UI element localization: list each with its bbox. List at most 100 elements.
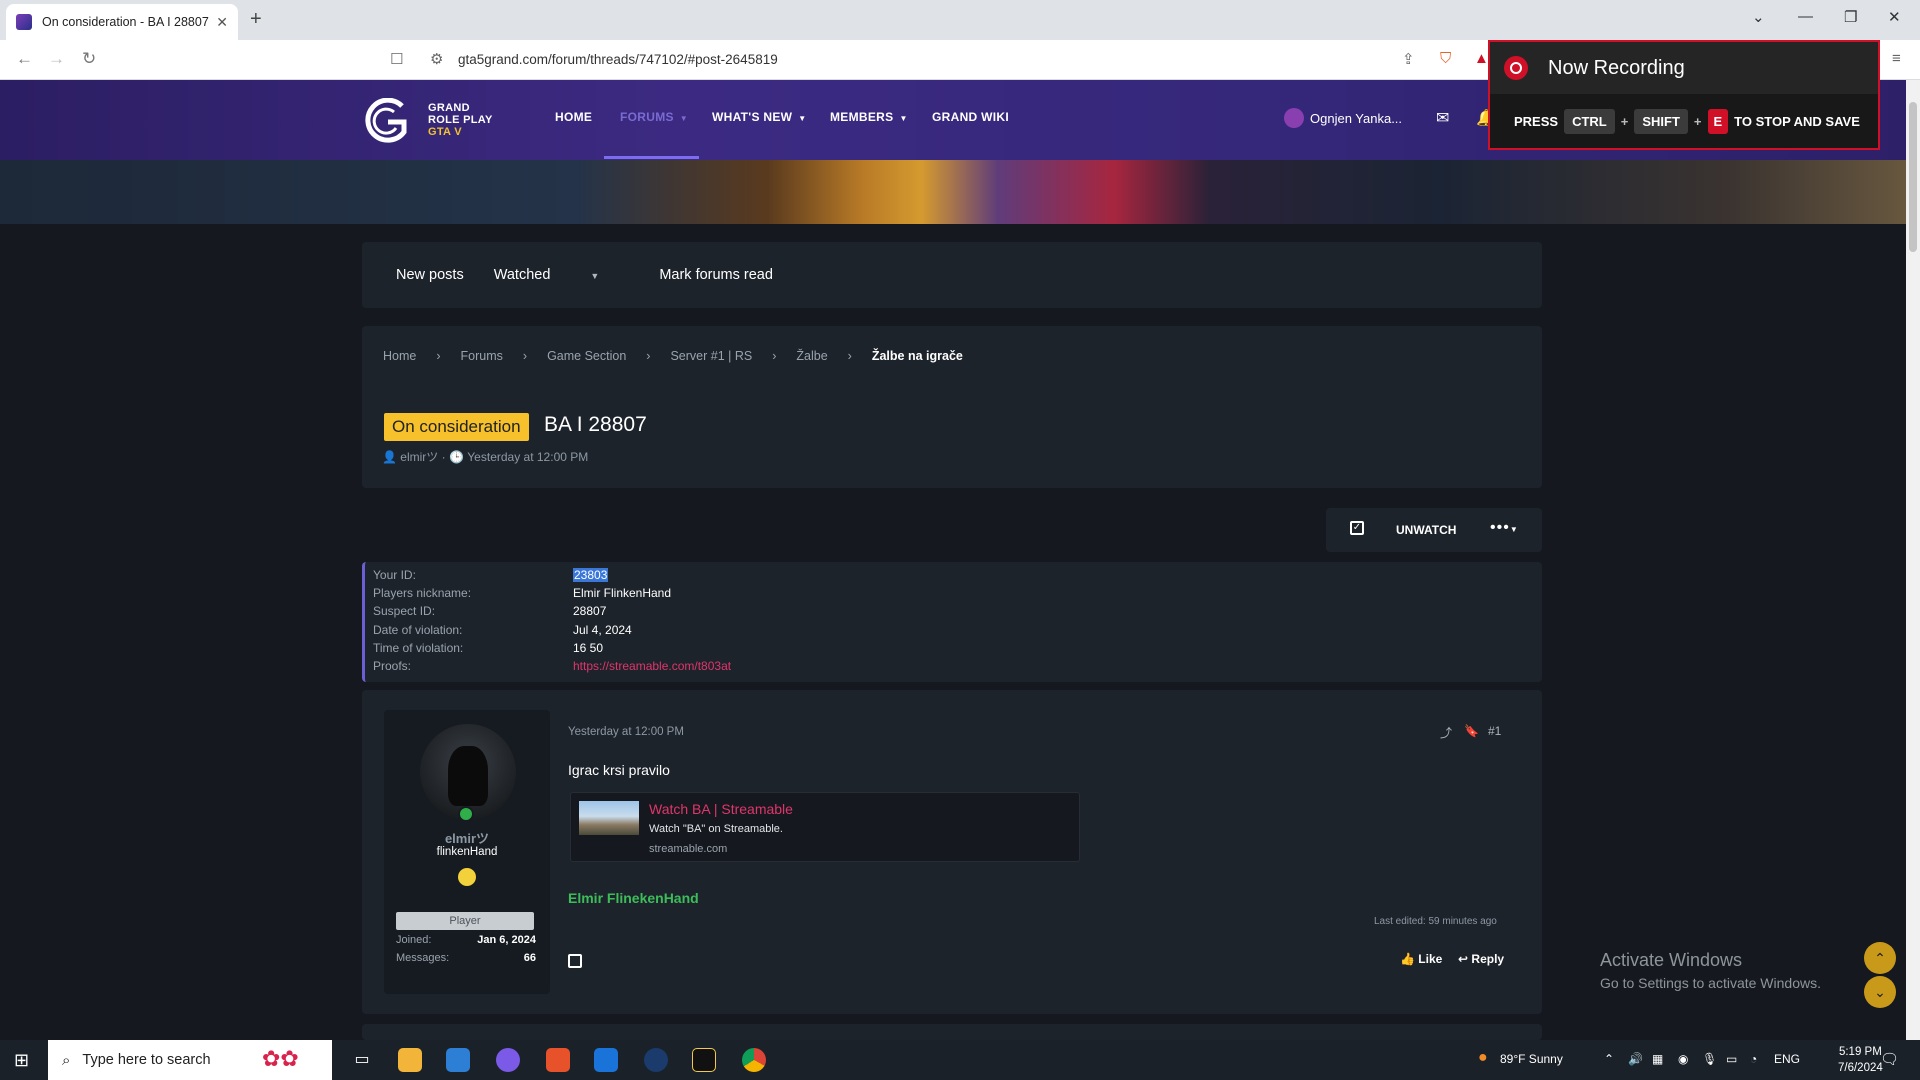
field-label: Suspect ID: [373,604,436,618]
rockstar-icon[interactable] [692,1048,716,1072]
streamable-embed[interactable]: Watch BA | Streamable Watch "BA" on Stre… [570,792,1080,862]
checkbox-icon[interactable]: ✓ [1350,521,1364,535]
bookmark-icon[interactable]: ☐ [390,50,403,68]
new-tab-icon[interactable]: + [250,8,262,31]
embed-title[interactable]: Watch BA | Streamable [649,801,793,817]
like-button[interactable]: 👍 Like [1400,952,1442,966]
last-edited[interactable]: Last edited: 59 minutes ago [1374,916,1497,927]
back-icon[interactable]: ← [16,49,33,69]
logo-text: GRAND ROLE PLAY GTA V [428,102,493,138]
windows-start-icon[interactable]: ⊞ [14,1050,29,1071]
select-post-checkbox[interactable] [568,954,582,968]
bookmark-icon[interactable]: 🔖 [1464,724,1479,738]
chevron-down-icon: ▼ [899,114,908,123]
activate-windows-watermark: Activate Windows Go to Settings to activ… [1600,950,1821,991]
minimize-icon[interactable]: — [1798,8,1813,25]
scrollbar-thumb[interactable] [1909,102,1917,252]
post: elmirツ flinkenHand Player Joined: Jan 6,… [362,690,1542,1014]
language-indicator[interactable]: ENG [1774,1052,1800,1066]
brave-shield-icon[interactable]: ⛉ [1440,50,1451,67]
breadcrumb-game-section[interactable]: Game Section [547,349,626,363]
mail-icon[interactable] [594,1048,618,1072]
field-label: Date of violation: [373,623,463,637]
discord-icon[interactable] [496,1048,520,1072]
rewards-icon[interactable]: ▲ [1474,50,1489,67]
proofs-link[interactable]: https://streamable.com/t803at [573,659,731,673]
microphone-icon[interactable]: 🎙 [1702,1052,1717,1066]
embed-description: Watch "BA" on Streamable. [649,823,783,835]
weather-text[interactable]: 89°F Sunny [1500,1052,1563,1066]
messages-value[interactable]: 66 [524,952,536,964]
mark-forums-read-link[interactable]: Mark forums read [659,267,773,283]
field-label: Proofs: [373,659,412,673]
site-settings-icon[interactable]: ⚙ [430,50,443,68]
scroll-down-icon[interactable]: ⌄ [1864,976,1896,1008]
breadcrumb-zalbe[interactable]: Žalbe [796,349,827,363]
url-field[interactable]: gta5grand.com/forum/threads/747102/#post… [458,52,778,67]
breadcrumb-current[interactable]: Žalbe na igrače [872,349,963,363]
more-options-icon[interactable]: •••▼ [1490,519,1519,537]
breadcrumb: Home › Forums › Game Section › Server #1 | … [383,349,963,363]
share-icon[interactable]: ⇪ [1402,50,1415,68]
post-number[interactable]: #1 [1488,724,1501,738]
field-value-time: 16 50 [573,641,604,655]
nav-members[interactable]: MEMBERS ▼ [830,110,908,124]
weather-icon[interactable]: ● [1478,1049,1488,1067]
thread-prefix-badge[interactable]: On consideration [384,413,529,441]
microsoft-store-icon[interactable] [446,1048,470,1072]
unwatch-button[interactable]: UNWATCH [1396,523,1456,537]
reply-button[interactable]: ↩ Reply [1458,952,1504,966]
user-menu[interactable]: Ognjen Yanka... [1284,108,1402,128]
browser-tab[interactable]: On consideration - BA I 28807 | ✕ [6,4,238,40]
restore-icon[interactable]: ❐ [1844,8,1857,26]
windows-taskbar: ⊞ ⌕ Type here to search ✿✿ ▭ ● 89°F Sunn… [0,1040,1920,1080]
inbox-icon[interactable]: ✉ [1436,108,1449,128]
nav-home[interactable]: HOME [555,110,592,124]
post-author-name[interactable]: elmirツ [384,828,550,847]
nav-whats-new[interactable]: WHAT'S NEW ▼ [712,110,807,124]
display-icon[interactable]: ▭ [1726,1052,1737,1066]
file-explorer-icon[interactable] [398,1048,422,1072]
post-signature: Elmir FlinekenHand [568,890,699,906]
embed-thumbnail[interactable] [579,801,639,835]
record-icon [1504,56,1528,80]
tab-search-icon[interactable]: ⌄ [1752,8,1765,26]
forward-icon[interactable]: → [48,49,65,69]
breadcrumb-forums[interactable]: Forums [461,349,503,363]
nav-forums[interactable]: FORUMS ▼ [620,110,688,124]
notifications-icon[interactable]: 🗨 [1880,1050,1899,1068]
user-badge-icon [458,868,476,886]
wifi-icon[interactable]: ◔ [1750,1052,1757,1066]
site-favicon [16,14,32,30]
network-icon[interactable]: ▦ [1652,1052,1663,1066]
breadcrumb-server[interactable]: Server #1 | RS [670,349,752,363]
browser-menu-icon[interactable]: ≡ [1892,50,1901,67]
tray-chevron-icon[interactable]: ⌃ [1604,1052,1614,1066]
nav-grand-wiki[interactable]: GRAND WIKI [932,110,1009,124]
brave-icon[interactable] [546,1048,570,1072]
page-scrollbar[interactable] [1906,80,1920,1040]
chrome-icon[interactable] [742,1048,766,1072]
header-banner [0,160,1920,224]
field-label: Time of violation: [373,641,464,655]
new-posts-link[interactable]: New posts [396,267,464,283]
system-clock[interactable]: 5:19 PM 7/6/2024 [1838,1044,1883,1076]
share-icon[interactable]: ⤴ [1440,724,1452,741]
scroll-up-icon[interactable]: ⌃ [1864,942,1896,974]
task-view-icon[interactable]: ▭ [350,1048,374,1072]
watched-menu[interactable]: Watched ▼ [494,267,630,283]
field-value-nickname: Elmir FlinkenHand [573,586,672,600]
breadcrumb-home[interactable]: Home [383,349,416,363]
post-date[interactable]: Yesterday at 12:00 PM [568,726,684,738]
avatar [1284,108,1304,128]
steam-tray-icon[interactable]: ◉ [1678,1052,1688,1066]
close-tab-icon[interactable]: ✕ [216,14,228,31]
thread-author[interactable]: elmirツ [400,450,438,464]
steam-icon[interactable] [644,1048,668,1072]
thread-date[interactable]: Yesterday at 12:00 PM [467,450,588,464]
volume-icon[interactable]: 🔊 [1628,1052,1643,1066]
close-window-icon[interactable]: ✕ [1888,8,1901,26]
field-value-suspect-id: 28807 [573,604,607,618]
reload-icon[interactable]: ↻ [82,49,96,69]
grand-logo-icon[interactable] [360,98,412,144]
